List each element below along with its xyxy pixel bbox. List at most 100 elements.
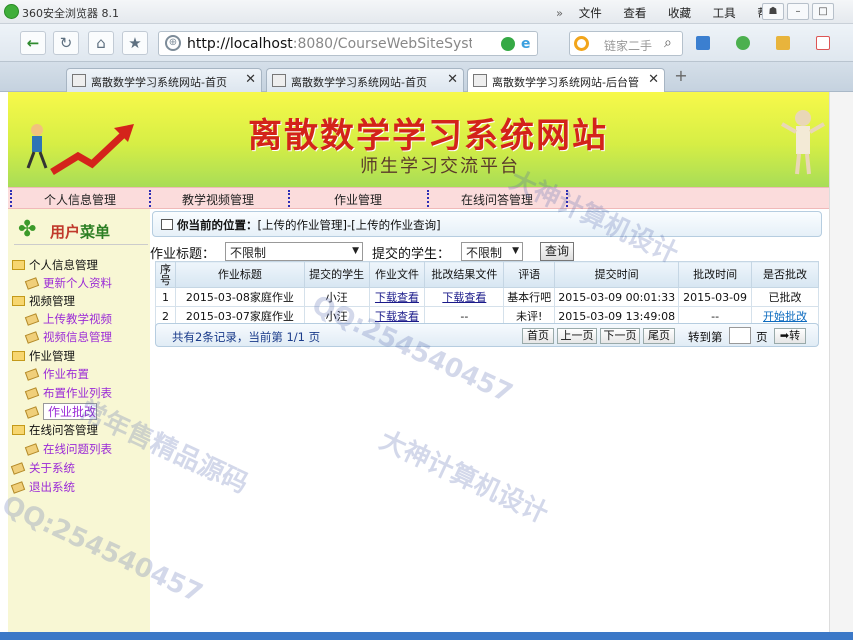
page-number-input[interactable]	[729, 327, 751, 344]
sidebar-item-label: 在线问题列表	[43, 442, 112, 456]
extension-icon[interactable]	[776, 36, 790, 50]
sidebar-group-video[interactable]: 视频管理	[12, 293, 75, 309]
menu-favorites[interactable]: 收藏	[668, 6, 691, 20]
main-panel: 你当前的位置：[上传的作业管理]-[上传的作业查询] 作业标题： 不限制 ▼ 提交…	[150, 209, 851, 640]
status-bar	[0, 632, 853, 640]
nav-qa[interactable]: 在线问答管理	[461, 191, 533, 208]
browser-logo-icon	[4, 4, 19, 19]
tab-home-2[interactable]: 离散数学学习系统网站-首页 ✕	[266, 68, 464, 92]
minimize-button[interactable]: –	[787, 3, 809, 20]
sidebar-item-upload-video[interactable]: 上传教学视频	[24, 311, 112, 327]
sidebar-item-label: 关于系统	[29, 461, 75, 475]
title-filter-select[interactable]: 不限制 ▼	[225, 242, 363, 261]
address-bar[interactable]: ⊕ http://localhost:8080/CourseWebSiteSys…	[158, 31, 538, 56]
leaf-icon	[24, 277, 40, 290]
sidebar-item-label: 视频信息管理	[43, 330, 112, 344]
pdf-icon[interactable]	[816, 36, 830, 50]
new-tab-button[interactable]: +	[670, 66, 692, 86]
arrow-right-icon: ➡	[779, 329, 790, 342]
menu-file[interactable]: 文件	[579, 6, 602, 20]
go-button[interactable]: ➡转	[774, 328, 806, 344]
column-header: 提交时间	[554, 261, 680, 288]
download-homework-link[interactable]: 下载查看	[375, 291, 419, 304]
table-row: 1 2015-03-08家庭作业 小汪 下载查看 下载查看 基本行吧 2015-…	[155, 287, 819, 307]
search-box[interactable]: 链家二手 ⌕	[569, 31, 683, 56]
sidebar-group-qa[interactable]: 在线问答管理	[12, 422, 98, 438]
table-header-row: 序号 作业标题 提交的学生 作业文件 批改结果文件 评语 提交时间 批改时间 是…	[155, 261, 819, 288]
download-homework-link[interactable]: 下载查看	[375, 310, 419, 323]
tab-home-1[interactable]: 离散数学学习系统网站-首页 ✕	[66, 68, 262, 92]
sidebar-title-b: 菜单	[80, 223, 111, 241]
url-text[interactable]: http://localhost:8080/CourseWebSiteSyste…	[187, 36, 472, 52]
sidebar-item-label: 退出系统	[29, 480, 75, 494]
nav-personal-info[interactable]: 个人信息管理	[44, 191, 116, 208]
home-button[interactable]: ⌂	[88, 31, 114, 55]
close-icon[interactable]: ✕	[447, 72, 458, 87]
leaf-icon	[24, 368, 40, 381]
sidebar-item-update-profile[interactable]: 更新个人资料	[24, 275, 112, 291]
column-header: 评语	[503, 261, 556, 288]
vertical-scrollbar[interactable]	[829, 92, 853, 640]
column-header: 批改时间	[678, 261, 753, 288]
close-icon[interactable]: ✕	[245, 72, 256, 87]
site-info-icon[interactable]: ⊕	[165, 35, 181, 51]
column-header: 是否批改	[751, 261, 819, 288]
page-favicon-icon	[272, 74, 286, 87]
sidebar-item-video-info[interactable]: 视频信息管理	[24, 329, 112, 345]
url-host: http://localhost	[187, 36, 293, 52]
sidebar-item-assign[interactable]: 作业布置	[24, 366, 89, 382]
folder-icon	[12, 425, 25, 435]
close-icon[interactable]: ✕	[648, 72, 659, 87]
start-grading-link[interactable]: 开始批改	[763, 310, 807, 323]
skin-button[interactable]: ☗	[762, 3, 784, 20]
jump-label: 转到第	[688, 330, 723, 344]
tab-admin[interactable]: 离散数学学习系统网站-后台管 ✕	[467, 68, 665, 92]
sidebar-item-logout[interactable]: 退出系统	[10, 479, 75, 495]
menu-view[interactable]: 查看	[623, 6, 646, 20]
star-icon: ★	[128, 34, 142, 52]
cell-status: 已批改	[751, 287, 819, 307]
sidebar-item-label: 作业批改	[43, 403, 98, 420]
query-button[interactable]: 查询	[540, 242, 574, 261]
sidebar-group-personal[interactable]: 个人信息管理	[12, 257, 98, 273]
first-page-button[interactable]: 首页	[522, 328, 554, 344]
nav-homework[interactable]: 作业管理	[334, 191, 382, 208]
grid-apps-icon[interactable]	[696, 36, 710, 50]
tab-label: 离散数学学习系统网站-首页	[291, 76, 427, 89]
search-engine-icon[interactable]	[574, 36, 589, 51]
download-result-link[interactable]: 下载查看	[442, 291, 486, 304]
favorite-button[interactable]: ★	[122, 31, 148, 55]
next-page-button[interactable]: 下一页	[600, 328, 640, 344]
growth-arrow-icon	[50, 124, 134, 175]
clover-icon: ✤	[18, 217, 37, 242]
refresh-icon: ↻	[59, 34, 73, 52]
sidebar-item-label: 布置作业列表	[43, 386, 112, 400]
refresh-button[interactable]: ↻	[53, 31, 79, 55]
sidebar-item-about[interactable]: 关于系统	[10, 460, 75, 476]
prev-page-button[interactable]: 上一页	[557, 328, 597, 344]
back-arrow-icon: ←	[26, 34, 40, 52]
pagination-bar: 共有2条记录，当前第 1/1 页 首页 上一页 下一页 尾页 转到第 页 ➡转	[155, 323, 819, 347]
maximize-button[interactable]: □	[812, 3, 834, 20]
cell-file: 下载查看	[368, 287, 426, 307]
ie-mode-icon[interactable]: e	[521, 36, 531, 52]
menu-tools[interactable]: 工具	[713, 6, 736, 20]
sidebar-item-question-list[interactable]: 在线问题列表	[24, 441, 112, 457]
student-filter-select[interactable]: 不限制 ▼	[461, 242, 523, 261]
back-button[interactable]: ←	[20, 31, 46, 55]
chevron-down-icon: ▼	[352, 246, 359, 256]
leaf-icon	[10, 462, 26, 475]
security-icon[interactable]	[736, 36, 750, 50]
sidebar-group-homework[interactable]: 作业管理	[12, 348, 75, 364]
chevron-right-icon[interactable]: »	[556, 6, 563, 20]
url-path: :8080/CourseWebSiteSystem	[292, 36, 472, 52]
search-placeholder: 链家二手	[604, 39, 653, 53]
speed-mode-icon[interactable]	[501, 37, 515, 51]
search-icon[interactable]: ⌕	[664, 35, 672, 51]
last-page-button[interactable]: 尾页	[643, 328, 675, 344]
nav-video[interactable]: 教学视频管理	[182, 191, 254, 208]
leaf-icon	[24, 406, 40, 419]
sidebar-item-grading[interactable]: 作业批改	[24, 403, 98, 420]
sidebar-item-assign-list[interactable]: 布置作业列表	[24, 385, 112, 401]
nav-divider	[288, 190, 290, 207]
